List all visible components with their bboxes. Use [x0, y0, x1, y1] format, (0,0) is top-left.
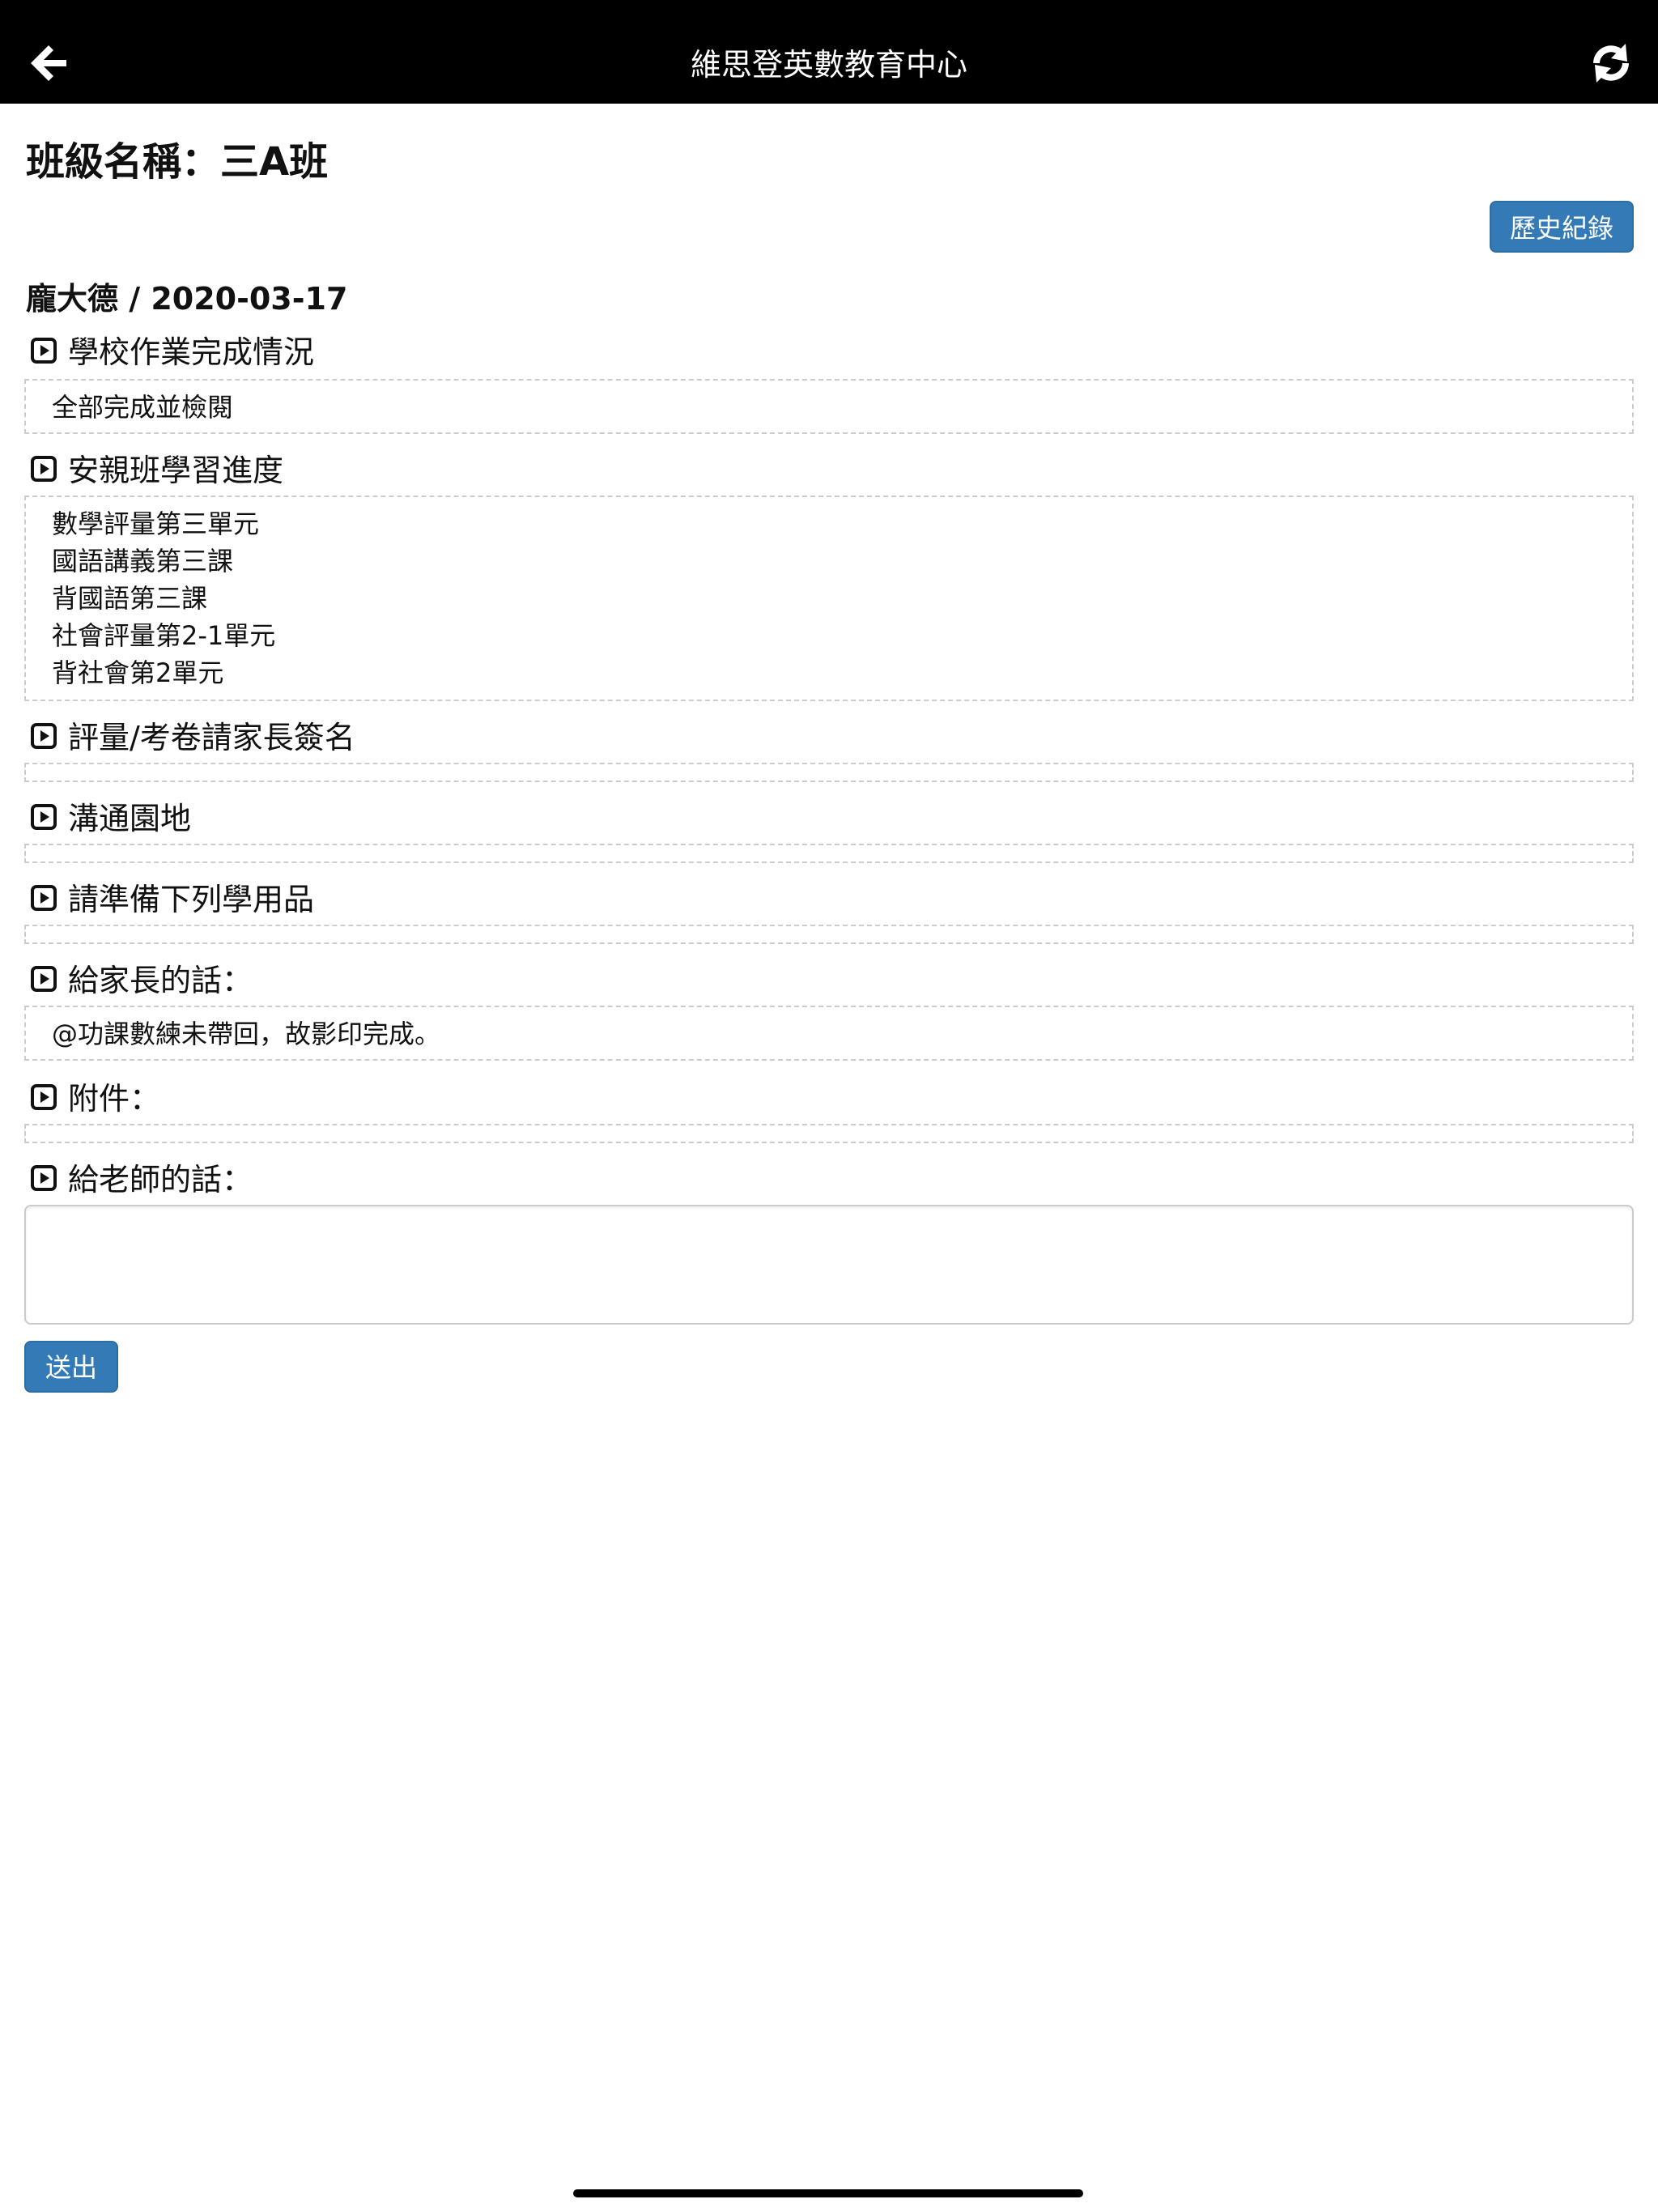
school-homework-box: 全部完成並檢閱: [24, 379, 1634, 434]
section-communication: 溝通園地: [31, 793, 191, 838]
content-line: 全部完成並檢閱: [52, 392, 234, 423]
content-line: 數學評量第三單元: [52, 508, 260, 539]
section-parent-signature: 評量/考卷請家長簽名: [31, 713, 355, 757]
home-indicator: [573, 2189, 1083, 2197]
content-line: 國語講義第三課: [52, 546, 234, 576]
content-line: @功課數練未帶回，故影印完成。: [52, 1019, 441, 1049]
section-title: 給老師的話：: [68, 1162, 253, 1197]
app-title: 維思登英數教育中心: [690, 47, 967, 83]
section-message-to-teacher: 給老師的話：: [31, 1155, 253, 1199]
attachments-box: [24, 1124, 1634, 1143]
submit-button[interactable]: 送出: [24, 1341, 118, 1393]
top-navigation-bar: 維思登英數教育中心: [0, 0, 1658, 104]
learning-progress-box: 數學評量第三單元 國語講義第三課 背國語第三課 社會評量第2-1單元 背社會第2…: [24, 496, 1634, 701]
section-title: 評量/考卷請家長簽名: [68, 720, 355, 755]
content-line: 背國語第三課: [52, 583, 208, 614]
section-title: 附件：: [68, 1081, 161, 1117]
history-button[interactable]: 歷史紀錄: [1490, 201, 1634, 253]
class-name-heading: 班級名稱：三A班: [26, 139, 329, 185]
section-title: 安親班學習進度: [68, 453, 284, 488]
content-line: 社會評量第2-1單元: [52, 620, 276, 651]
section-message-to-parents: 給家長的話：: [31, 955, 253, 1000]
play-square-icon: [31, 337, 57, 364]
message-to-parents-box: @功課數練未帶回，故影印完成。: [24, 1006, 1634, 1061]
content-line: 背社會第2單元: [52, 657, 224, 688]
communication-box: [24, 844, 1634, 863]
section-title: 請準備下列學用品: [68, 882, 315, 917]
section-school-homework: 學校作業完成情況: [31, 327, 314, 372]
play-square-icon: [31, 803, 57, 830]
refresh-icon[interactable]: [1588, 39, 1634, 87]
section-learning-progress: 安親班學習進度: [31, 445, 283, 490]
parent-signature-box: [24, 763, 1634, 782]
section-attachments: 附件：: [31, 1074, 160, 1118]
play-square-icon: [31, 1083, 57, 1110]
play-square-icon: [31, 965, 57, 992]
section-title: 給家長的話：: [68, 963, 253, 998]
message-to-teacher-input[interactable]: [24, 1205, 1634, 1325]
section-title: 學校作業完成情況: [68, 334, 315, 370]
section-school-supplies: 請準備下列學用品: [31, 874, 314, 919]
section-title: 溝通園地: [68, 801, 192, 836]
school-supplies-box: [24, 925, 1634, 944]
play-square-icon: [31, 1164, 57, 1191]
play-square-icon: [31, 722, 57, 749]
student-date-label: 龐大德 / 2020-03-17: [26, 281, 348, 317]
play-square-icon: [31, 884, 57, 911]
play-square-icon: [31, 455, 57, 482]
